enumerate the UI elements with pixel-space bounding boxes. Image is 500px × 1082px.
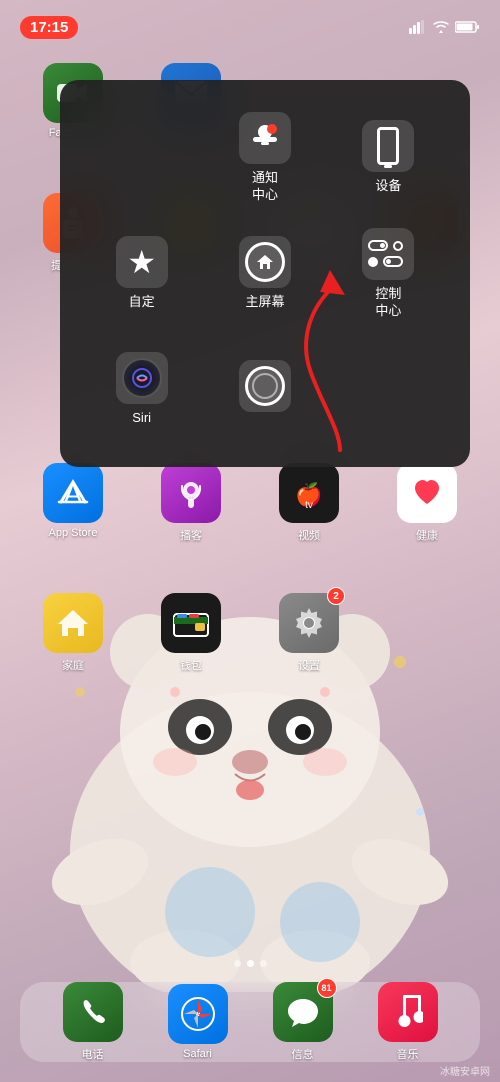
home-screen-label: 主屏幕 (245, 294, 284, 311)
podcasts-label: 播客 (180, 527, 202, 543)
menu-empty-br (327, 332, 450, 448)
dock-messages[interactable]: 81 信息 (273, 982, 333, 1062)
phone-icon[interactable] (63, 982, 123, 1042)
app-settings[interactable]: 2 设置 (258, 593, 360, 673)
star-symbol: ★ (127, 243, 156, 281)
siri-symbol (122, 358, 162, 398)
music-icon[interactable] (378, 982, 438, 1042)
settings-badge: 2 (327, 587, 345, 605)
home-screen-symbol (245, 242, 285, 282)
app-row-3: A App Store 播客 🍎tv 视频 健康 (0, 455, 500, 551)
menu-device[interactable]: 设备 (327, 100, 450, 216)
messages-label: 信息 (292, 1046, 314, 1062)
dock-phone[interactable]: 电话 (63, 982, 123, 1062)
app-appletv[interactable]: 🍎tv 视频 (258, 463, 360, 543)
messages-icon[interactable]: 81 (273, 982, 333, 1042)
dock: 电话 Safari 81 信息 音乐 (20, 982, 480, 1062)
app-wallet[interactable]: 钱包 (140, 593, 242, 673)
settings-label: 设置 (298, 657, 320, 673)
siri-icon-wrapper[interactable] (116, 352, 168, 404)
app-home[interactable]: 家庭 (22, 593, 124, 673)
notification-center-label: 通知中心 (252, 170, 278, 204)
page-dots (0, 960, 500, 967)
podcasts-icon[interactable] (161, 463, 221, 523)
device-label: 设备 (375, 178, 401, 195)
appstore-label: App Store (49, 527, 98, 539)
signal-icon (409, 20, 427, 34)
svg-text:tv: tv (305, 500, 313, 510)
home-label: 家庭 (62, 657, 84, 673)
home-button-icon[interactable] (239, 360, 291, 412)
device-symbol (377, 127, 399, 165)
appletv-label: 视频 (298, 527, 320, 543)
empty-slot-3 (397, 593, 457, 653)
page-dot-2 (247, 960, 254, 967)
phone-label: 电话 (82, 1046, 104, 1062)
page-dot-1 (234, 960, 241, 967)
music-label: 音乐 (397, 1046, 419, 1062)
home-screen-icon[interactable] (239, 236, 291, 288)
status-icons (409, 20, 480, 34)
customize-icon-wrapper[interactable]: ★ (116, 236, 168, 288)
page-dot-3 (260, 960, 267, 967)
home-icon[interactable] (43, 593, 103, 653)
menu-home-button[interactable] (203, 332, 326, 448)
control-center-icon[interactable] (362, 228, 414, 280)
battery-icon (455, 21, 480, 33)
wallet-icon[interactable] (161, 593, 221, 653)
menu-notification-center[interactable]: 通知中心 (203, 100, 326, 216)
menu-siri[interactable]: Siri (80, 332, 203, 448)
health-icon[interactable] (397, 463, 457, 523)
appstore-icon[interactable]: A (43, 463, 103, 523)
menu-control-center[interactable]: 控制中心 (327, 216, 450, 332)
appletv-icon[interactable]: 🍎tv (279, 463, 339, 523)
customize-label: 自定 (129, 294, 155, 311)
dock-music[interactable]: 音乐 (378, 982, 438, 1062)
watermark: 冰糖安卓网 (440, 1063, 490, 1078)
messages-badge: 81 (317, 978, 337, 998)
siri-label: Siri (132, 410, 151, 427)
health-label: 健康 (416, 527, 438, 543)
context-menu-grid: 通知中心 设备 ★ 自定 主屏幕 (80, 100, 450, 447)
app-appstore[interactable]: A App Store (22, 463, 124, 543)
device-icon-wrapper[interactable] (362, 120, 414, 172)
menu-customize[interactable]: ★ 自定 (80, 216, 203, 332)
wifi-icon (433, 21, 449, 33)
wallet-label: 钱包 (180, 657, 202, 673)
safari-label: Safari (183, 1048, 212, 1060)
app-health[interactable]: 健康 (376, 463, 478, 543)
control-center-label: 控制中心 (375, 286, 401, 320)
home-button-symbol (245, 366, 285, 406)
menu-empty-tl (80, 100, 203, 216)
status-bar: 17:15 (0, 0, 500, 44)
notification-center-icon[interactable] (239, 112, 291, 164)
status-time: 17:15 (20, 16, 78, 39)
app-row-4: 家庭 钱包 2 设置 (0, 585, 500, 681)
context-menu: 通知中心 设备 ★ 自定 主屏幕 (60, 80, 470, 467)
app-podcasts[interactable]: 播客 (140, 463, 242, 543)
menu-home-screen[interactable]: 主屏幕 (203, 216, 326, 332)
dock-safari[interactable]: Safari (168, 984, 228, 1060)
settings-icon[interactable]: 2 (279, 593, 339, 653)
safari-icon[interactable] (168, 984, 228, 1044)
control-center-symbol (368, 240, 408, 268)
